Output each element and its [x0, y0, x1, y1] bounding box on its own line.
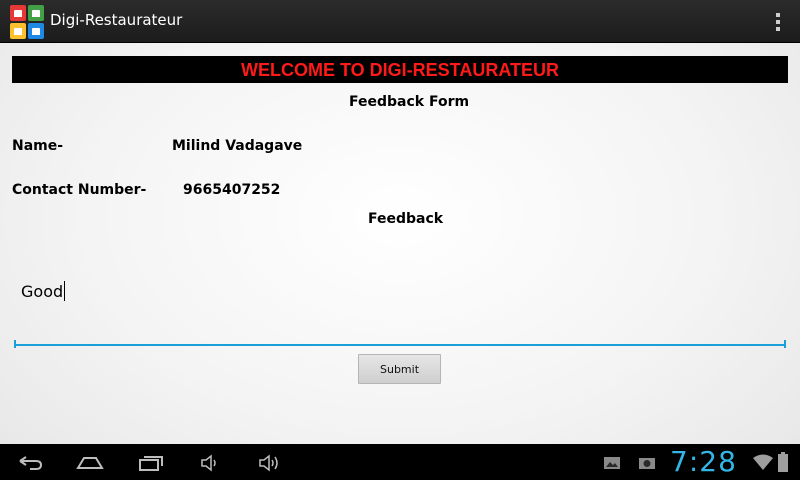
contact-label: Contact Number-	[12, 182, 147, 198]
overflow-menu-icon[interactable]	[776, 13, 780, 31]
textarea-left-edge	[14, 340, 16, 348]
restaurant-logo-icon[interactable]	[10, 5, 44, 39]
volume-down-icon[interactable]	[200, 454, 220, 472]
screenshot-notification-icon	[639, 458, 655, 469]
volume-up-icon[interactable]	[258, 454, 282, 472]
action-bar: Digi-Restaurateur	[0, 0, 800, 43]
wifi-icon	[753, 454, 773, 470]
form-heading: Feedback Form	[349, 94, 470, 110]
gallery-notification-icon	[604, 457, 620, 469]
submit-button[interactable]: Submit	[358, 354, 441, 384]
system-nav-bar: 7:28	[0, 444, 800, 480]
feedback-textarea[interactable]	[14, 270, 786, 346]
home-icon[interactable]	[76, 454, 104, 472]
name-label: Name-	[12, 138, 64, 154]
feedback-label: Feedback	[368, 211, 444, 227]
textarea-right-edge	[784, 340, 786, 348]
contact-value: 9665407252	[183, 182, 281, 198]
app-title: Digi-Restaurateur	[50, 11, 183, 29]
text-caret	[64, 281, 66, 301]
recent-apps-icon[interactable]	[138, 454, 164, 472]
back-icon[interactable]	[16, 455, 44, 471]
clock: 7:28	[670, 445, 737, 478]
feedback-text: Good	[21, 282, 64, 301]
welcome-banner: WELCOME TO DIGI-RESTAURATEUR	[12, 56, 788, 83]
name-value: Milind Vadagave	[172, 138, 303, 154]
feedback-text-wrapper: Good	[21, 281, 66, 301]
battery-icon	[778, 452, 788, 472]
